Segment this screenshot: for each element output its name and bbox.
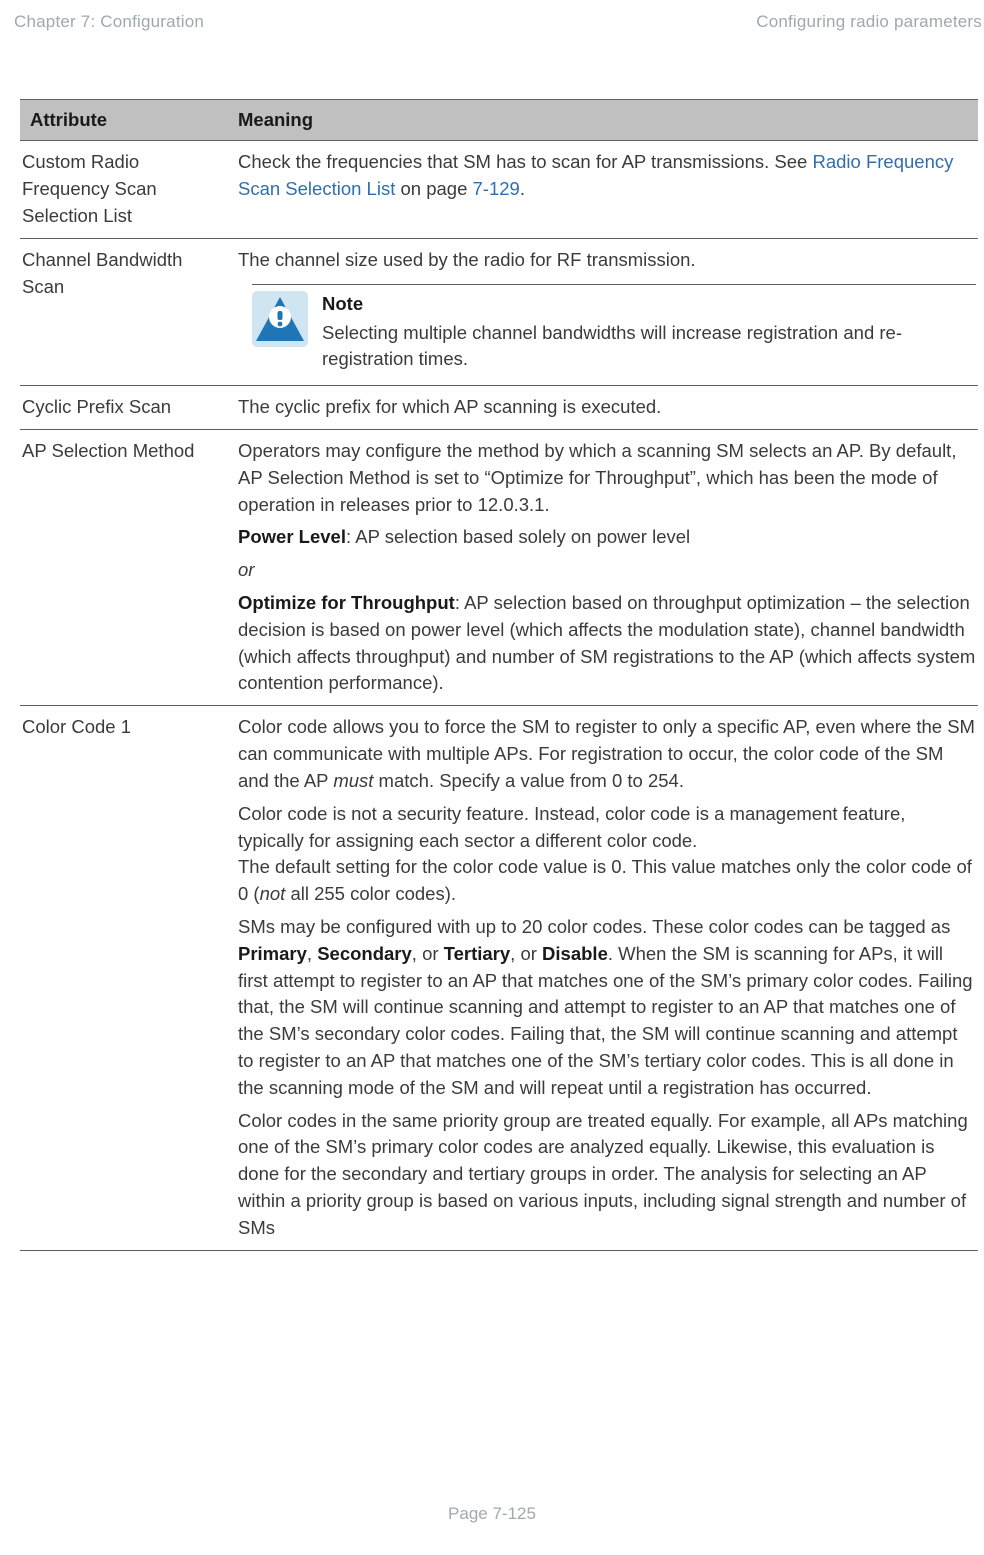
row-ap-selection: AP Selection Method Operators may config… bbox=[20, 429, 978, 705]
text-must: must bbox=[333, 770, 373, 791]
col-attribute: Attribute bbox=[20, 99, 228, 141]
label-secondary: Secondary bbox=[317, 943, 412, 964]
header-left: Chapter 7: Configuration bbox=[14, 10, 204, 35]
text: , or bbox=[412, 943, 444, 964]
text: all 255 color codes). bbox=[285, 883, 456, 904]
label-primary: Primary bbox=[238, 943, 307, 964]
text: : AP selection based solely on power lev… bbox=[346, 526, 690, 547]
text: on page bbox=[395, 178, 472, 199]
row-cyclic-prefix: Cyclic Prefix Scan The cyclic prefix for… bbox=[20, 386, 978, 430]
text: SMs may be configured with up to 20 colo… bbox=[238, 916, 950, 937]
attributes-table: Attribute Meaning Custom Radio Frequency… bbox=[20, 99, 978, 1251]
text: Operators may configure the method by wh… bbox=[238, 438, 976, 518]
meaning-custom-radio: Check the frequencies that SM has to sca… bbox=[228, 141, 978, 238]
text: The channel size used by the radio for R… bbox=[238, 247, 976, 274]
row-color-code: Color Code 1 Color code allows you to fo… bbox=[20, 706, 978, 1250]
text-or: or bbox=[238, 559, 254, 580]
row-channel-bandwidth: Channel Bandwidth Scan The channel size … bbox=[20, 238, 978, 385]
text: , or bbox=[510, 943, 542, 964]
note-box: Note Selecting multiple channel bandwidt… bbox=[252, 284, 976, 377]
note-title: Note bbox=[322, 291, 976, 318]
meaning-color-code: Color code allows you to force the SM to… bbox=[228, 706, 978, 1250]
note-text: Selecting multiple channel bandwidths wi… bbox=[322, 320, 976, 374]
header-right: Configuring radio parameters bbox=[756, 10, 982, 35]
label-optimize-throughput: Optimize for Throughput bbox=[238, 592, 455, 613]
row-custom-radio: Custom Radio Frequency Scan Selection Li… bbox=[20, 141, 978, 238]
attr-custom-radio: Custom Radio Frequency Scan Selection Li… bbox=[20, 141, 228, 238]
page-footer: Page 7-125 bbox=[0, 1502, 984, 1527]
text: Color code is not a security feature. In… bbox=[238, 801, 976, 855]
link-page-7-129[interactable]: 7-129 bbox=[473, 178, 520, 199]
label-disable: Disable bbox=[542, 943, 608, 964]
text: Color codes in the same priority group a… bbox=[238, 1108, 976, 1242]
text: . When the SM is scanning for APs, it wi… bbox=[238, 943, 973, 1098]
label-power-level: Power Level bbox=[238, 526, 346, 547]
attr-channel-bandwidth: Channel Bandwidth Scan bbox=[20, 238, 228, 385]
text: Selecting multiple channel bandwidths wi… bbox=[322, 322, 902, 370]
col-meaning: Meaning bbox=[228, 99, 978, 141]
text: match. Specify a value from 0 to 254. bbox=[373, 770, 684, 791]
text: Check the frequencies that SM has to sca… bbox=[238, 151, 812, 172]
note-icon bbox=[252, 291, 308, 347]
attr-ap-selection: AP Selection Method bbox=[20, 429, 228, 705]
table-header-row: Attribute Meaning bbox=[20, 99, 978, 141]
text: , bbox=[307, 943, 317, 964]
text-not: not bbox=[260, 883, 286, 904]
attr-cyclic-prefix: Cyclic Prefix Scan bbox=[20, 386, 228, 430]
meaning-channel-bandwidth: The channel size used by the radio for R… bbox=[228, 238, 978, 385]
text: The cyclic prefix for which AP scanning … bbox=[238, 394, 976, 421]
label-tertiary: Tertiary bbox=[444, 943, 511, 964]
attr-color-code: Color Code 1 bbox=[20, 706, 228, 1250]
meaning-ap-selection: Operators may configure the method by wh… bbox=[228, 429, 978, 705]
meaning-cyclic-prefix: The cyclic prefix for which AP scanning … bbox=[228, 386, 978, 430]
text: . bbox=[520, 178, 525, 199]
